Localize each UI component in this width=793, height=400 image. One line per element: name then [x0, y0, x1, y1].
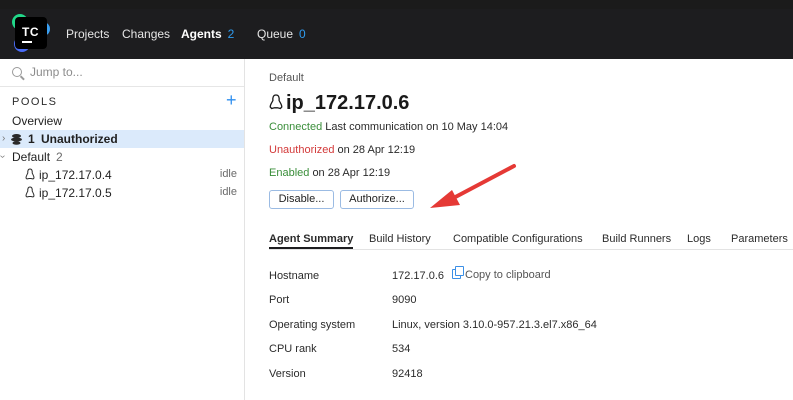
pool-name: Default	[12, 150, 51, 164]
authorize-button[interactable]: Authorize...	[340, 190, 414, 209]
agent-status: idle	[219, 168, 237, 180]
agent-name: ip_172.17.0.5	[39, 186, 112, 200]
linux-icon	[25, 168, 35, 180]
disable-button[interactable]: Disable...	[269, 190, 334, 209]
jump-to-search[interactable]: Jump to...	[12, 65, 83, 79]
nav-queue[interactable]: Queue 0	[257, 27, 306, 41]
connection-status: Connected Last communication on 10 May 1…	[269, 121, 508, 133]
pools-heading: POOLS	[12, 96, 58, 108]
property-label: Hostname	[269, 270, 320, 282]
tab-build-history[interactable]: Build History	[369, 233, 431, 245]
authorization-status: Unauthorized on 28 Apr 12:19	[269, 144, 415, 156]
agent-details: Default ip_172.17.0.6 Connected Last com…	[246, 59, 793, 400]
nav-agents-label: Agents	[181, 27, 222, 41]
property-value: 9090	[392, 294, 417, 306]
unauthorized-agents-icon	[11, 134, 22, 145]
sidebar-agent-row[interactable]: ip_172.17.0.5 idle	[0, 184, 244, 202]
property-value: 172.17.0.6	[392, 270, 444, 282]
tabs-divider	[269, 249, 793, 250]
sidebar-item-default-pool[interactable]: › Default 2	[0, 148, 244, 166]
logo-underline	[22, 41, 32, 43]
search-icon	[12, 67, 22, 77]
tab-agent-summary[interactable]: Agent Summary	[269, 233, 354, 249]
nav-projects[interactable]: Projects	[66, 27, 109, 41]
sidebar-item-label: Unauthorized	[41, 132, 118, 146]
nav-changes[interactable]: Changes	[122, 27, 170, 41]
tab-build-runners[interactable]: Build Runners	[602, 233, 671, 245]
enabled-status: Enabled on 28 Apr 12:19	[269, 167, 390, 179]
logo-text: TC	[22, 25, 39, 39]
breadcrumb[interactable]: Default	[269, 72, 304, 84]
copy-to-clipboard-button[interactable]: Copy to clipboard	[452, 266, 551, 281]
linux-icon	[25, 186, 35, 198]
connected-label: Connected	[269, 121, 323, 133]
chevron-right-icon[interactable]: ›	[2, 133, 5, 144]
property-value: 534	[392, 343, 411, 355]
nav-queue-label: Queue	[257, 27, 294, 41]
agent-name: ip_172.17.0.4	[39, 168, 112, 182]
unauthorized-count: 1	[28, 132, 35, 146]
tab-compatible-configurations[interactable]: Compatible Configurations	[453, 233, 583, 245]
sidebar-item-label: Overview	[12, 114, 63, 128]
nav-agents-count: 2	[227, 27, 235, 41]
property-value: 92418	[392, 368, 423, 380]
property-label: Operating system	[269, 319, 356, 331]
enabled-text: on 28 Apr 12:19	[312, 167, 391, 179]
unauthorized-text: on 28 Apr 12:19	[337, 144, 416, 156]
teamcity-logo[interactable]: TC	[12, 14, 50, 52]
agent-status: idle	[219, 186, 237, 198]
nav-agents[interactable]: Agents 2	[181, 27, 234, 41]
tab-parameters[interactable]: Parameters	[731, 233, 788, 245]
sidebar-item-overview[interactable]: Overview	[0, 112, 244, 130]
copy-label: Copy to clipboard	[465, 269, 551, 281]
search-placeholder: Jump to...	[30, 65, 83, 79]
sidebar-item-unauthorized[interactable]: › 1 Unauthorized	[0, 130, 244, 148]
add-pool-button[interactable]: +	[226, 90, 237, 111]
page-title: ip_172.17.0.6	[269, 92, 409, 115]
sidebar-item-label: Default 2	[12, 150, 63, 164]
unauthorized-label: Unauthorized	[269, 144, 335, 156]
sidebar: Jump to... POOLS + Overview › 1 Unauthor…	[0, 59, 245, 400]
top-navigation: TC Projects Changes Agents 2 Queue 0	[0, 9, 793, 59]
property-label: CPU rank	[269, 343, 317, 355]
divider	[0, 86, 244, 87]
tab-logs[interactable]: Logs	[687, 233, 711, 245]
property-value: Linux, version 3.10.0-957.21.3.el7.x86_6…	[392, 319, 597, 331]
linux-icon	[269, 94, 283, 110]
enabled-label: Enabled	[269, 167, 310, 179]
menu-bar	[0, 0, 793, 9]
connected-text: Last communication on 10 May 14:04	[325, 121, 509, 133]
nav-queue-count: 0	[299, 27, 306, 41]
property-label: Version	[269, 368, 306, 380]
copy-icon	[452, 266, 464, 279]
agent-name: ip_172.17.0.6	[286, 92, 410, 114]
sidebar-agent-row[interactable]: ip_172.17.0.4 idle	[0, 166, 244, 184]
pool-count: 2	[56, 150, 63, 164]
chevron-down-icon[interactable]: ›	[0, 155, 8, 158]
property-label: Port	[269, 294, 290, 306]
